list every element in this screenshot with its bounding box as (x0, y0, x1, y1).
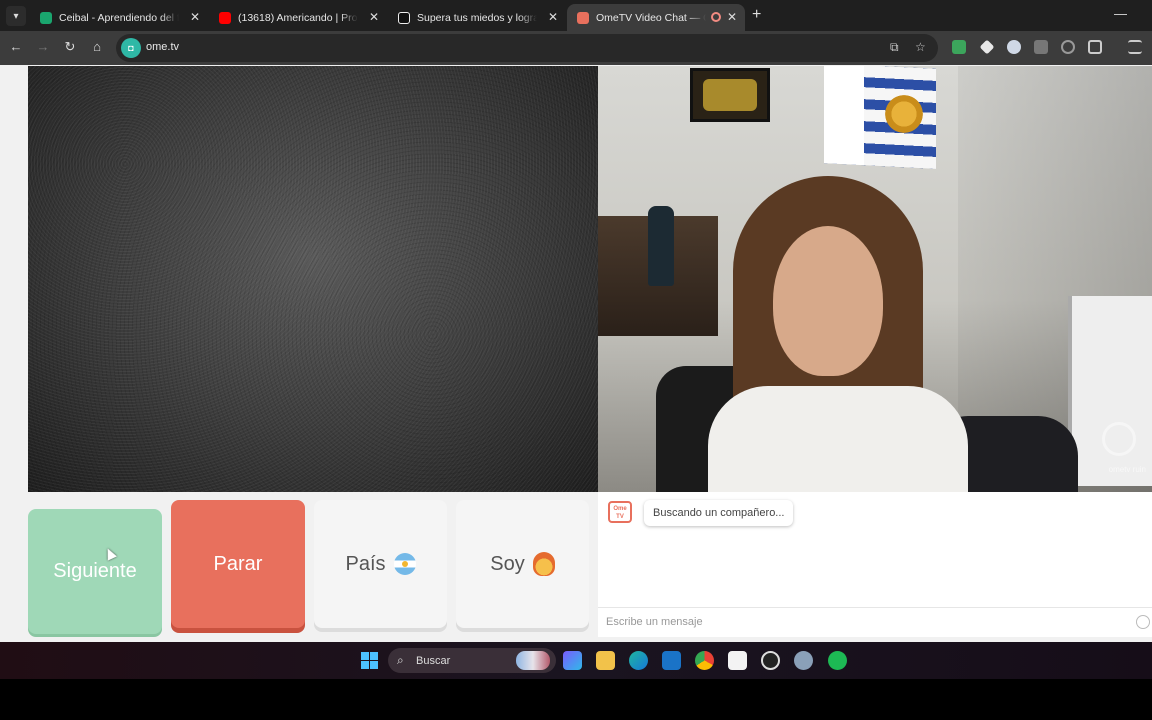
stop-button[interactable]: Parar (171, 500, 305, 628)
reading-list-icon[interactable] (1128, 40, 1142, 54)
ceibal-favicon-icon (40, 11, 52, 24)
person-shirt (708, 386, 968, 492)
edge-browser-icon[interactable] (629, 651, 648, 670)
address-bar[interactable]: ◘ ome.tv ⧉ ☆ (116, 34, 938, 62)
windows-start-icon[interactable] (361, 652, 378, 669)
url-text: ome.tv (146, 41, 180, 53)
close-tab-icon[interactable]: ✕ (548, 10, 558, 24)
stop-button-label: Parar (213, 552, 263, 575)
minimize-window-icon[interactable]: — (1114, 6, 1127, 21)
extension-translate-icon[interactable] (1034, 40, 1048, 54)
extension-diamond-icon[interactable] (979, 39, 995, 55)
emoji-icon[interactable] (1136, 615, 1150, 629)
gender-button[interactable]: Soy (456, 500, 589, 628)
taskbar-search[interactable]: ⌕ Buscar (388, 648, 556, 673)
close-tab-icon[interactable]: ✕ (727, 10, 737, 24)
back-arrow-icon[interactable]: ← (7, 39, 25, 54)
flag-sun (882, 92, 926, 136)
extension-search-icon[interactable] (1061, 40, 1075, 54)
settings-gear-icon[interactable] (794, 651, 813, 670)
tab-youtube[interactable]: (13618) Americando | Programa ✕ (209, 4, 387, 31)
thermos (648, 206, 674, 286)
outlook-icon[interactable] (662, 651, 681, 670)
file-explorer-icon[interactable] (596, 651, 615, 670)
tab-ceibal[interactable]: Ceibal - Aprendiendo del futuro ✕ (30, 4, 208, 31)
chat-input-bar (598, 607, 1152, 635)
browser-toolbar: ← → ↻ ⌂ ◘ ome.tv ⧉ ☆ (0, 31, 1152, 65)
ometv-favicon-icon (577, 11, 589, 24)
person-face (773, 226, 883, 376)
search-highlight-image (516, 651, 550, 670)
new-tab-button[interactable]: + (752, 6, 761, 24)
youtube-favicon-icon (219, 11, 231, 24)
tab-search-chevron-icon[interactable]: ▾ (6, 6, 26, 26)
store-app-icon[interactable] (728, 651, 747, 670)
tab-title: Ceibal - Aprendiendo del futuro (59, 11, 179, 24)
tab-tiktok[interactable]: Supera tus miedos y logra tus metas ✕ (388, 4, 566, 31)
camera-overlay-icon (1102, 422, 1136, 456)
cabinet (1068, 296, 1152, 486)
extension-shield-icon[interactable] (952, 40, 966, 54)
chat-status-message: Buscando un compañero... (644, 500, 794, 526)
screen-letterbox (0, 679, 1152, 720)
home-icon[interactable]: ⌂ (88, 39, 106, 54)
tab-title: OmeTV Video Chat — OmeTV (596, 11, 706, 24)
ometv-logo-icon: Ome TV (608, 501, 632, 523)
copilot-app-icon[interactable] (563, 651, 582, 670)
next-button[interactable]: Siguiente (28, 509, 162, 634)
taskbar-search-label: Buscar (416, 654, 451, 667)
gender-button-label: Soy (490, 552, 525, 575)
remote-video: ometv ruin (598, 66, 1152, 492)
country-button-label: País (345, 552, 386, 575)
chat-panel: Ome TV Buscando un compañero... (598, 492, 1152, 637)
woman-emoji-icon (532, 552, 555, 576)
chrome-browser-icon[interactable] (695, 651, 714, 670)
video-watermark: ometv ruin (1108, 465, 1146, 474)
forward-arrow-icon[interactable]: → (34, 39, 52, 54)
local-video-static (28, 66, 598, 492)
country-button[interactable]: País (314, 500, 447, 628)
tiktok-favicon-icon (398, 11, 410, 24)
tab-strip: ▾ Ceibal - Aprendiendo del futuro ✕ (136… (0, 0, 1152, 31)
argentina-flag-icon (393, 553, 416, 575)
close-tab-icon[interactable]: ✕ (190, 10, 200, 24)
bookmark-star-icon[interactable]: ☆ (915, 40, 926, 54)
tab-ometv[interactable]: OmeTV Video Chat — OmeTV ✕ (567, 4, 745, 31)
cast-icon[interactable]: ⧉ (890, 40, 899, 55)
ometv-page: ometv ruin Siguiente Parar País Soy Ome … (0, 65, 1152, 642)
message-input[interactable] (606, 614, 1126, 630)
windows-taskbar: ⌕ Buscar (0, 642, 1152, 679)
site-info-icon[interactable]: ◘ (121, 38, 141, 58)
next-button-label: Siguiente (53, 560, 137, 582)
tab-title: Supera tus miedos y logra tus metas (417, 11, 537, 24)
close-tab-icon[interactable]: ✕ (369, 10, 379, 24)
obs-studio-icon[interactable] (761, 651, 780, 670)
wall-poster (690, 68, 770, 122)
extensions-puzzle-icon[interactable] (1088, 40, 1102, 54)
search-icon: ⌕ (397, 653, 404, 667)
extension-circle-icon[interactable] (1007, 40, 1021, 54)
spotify-icon[interactable] (828, 651, 847, 670)
recording-indicator-icon (711, 12, 721, 22)
tab-title: (13618) Americando | Programa (238, 11, 358, 24)
reload-icon[interactable]: ↻ (61, 39, 79, 55)
